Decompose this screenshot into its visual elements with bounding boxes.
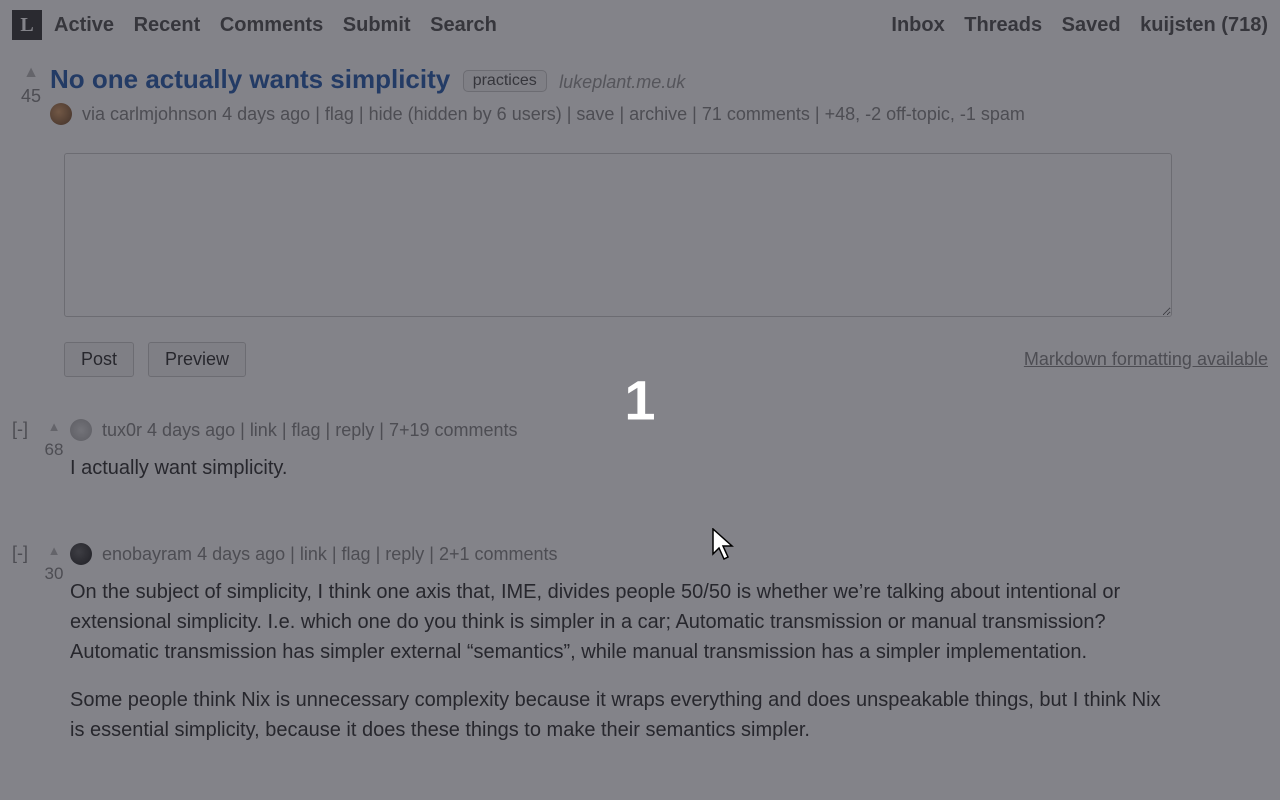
nav-saved[interactable]: Saved	[1062, 14, 1121, 36]
child-count[interactable]: 2+1 comments	[439, 544, 558, 565]
upvote-icon[interactable]: ▲	[12, 64, 50, 82]
via-label: via	[82, 104, 105, 125]
collapse-toggle[interactable]: [-]	[12, 543, 38, 564]
story-tag[interactable]: practices	[463, 70, 547, 92]
avatar[interactable]	[70, 419, 92, 441]
comment-score: 30	[38, 564, 70, 584]
story-author[interactable]: carlmjohnson	[110, 104, 217, 125]
nav-right: Inbox Threads Saved kuijsten (718)	[877, 14, 1268, 37]
comment-age: 4 days ago	[147, 420, 235, 441]
comment-author[interactable]: tux0r	[102, 420, 142, 441]
nav-inbox[interactable]: Inbox	[891, 14, 944, 36]
story-header: ▲ 45 No one actually wants simplicity pr…	[0, 50, 1280, 125]
avatar[interactable]	[50, 103, 72, 125]
comment-score: 68	[38, 440, 70, 460]
hide-link[interactable]: hide (hidden by 6 users)	[369, 104, 562, 125]
flag-link[interactable]: flag	[342, 544, 371, 565]
comment-body: On the subject of simplicity, I think on…	[70, 577, 1180, 745]
comment-author[interactable]: enobayram	[102, 544, 192, 565]
story-age: 4 days ago	[222, 104, 310, 125]
nav-recent[interactable]: Recent	[134, 14, 201, 36]
flag-link[interactable]: flag	[292, 420, 321, 441]
markdown-help-link[interactable]: Markdown formatting available	[1024, 349, 1268, 370]
comment-body: I actually want simplicity.	[70, 453, 1180, 483]
reply-link[interactable]: reply	[335, 420, 374, 441]
upvote-icon[interactable]: ▲	[38, 419, 70, 434]
comment: [-] ▲ 68 tux0r 4 days ago | link | flag …	[0, 407, 1280, 501]
comments-link[interactable]: 71 comments	[702, 104, 810, 125]
story-title[interactable]: No one actually wants simplicity	[50, 64, 450, 94]
avatar[interactable]	[70, 543, 92, 565]
story-domain[interactable]: lukeplant.me.uk	[559, 72, 685, 92]
comment-textarea[interactable]	[64, 153, 1172, 317]
save-link[interactable]: save	[576, 104, 614, 125]
top-nav: L Active Recent Comments Submit Search I…	[0, 0, 1280, 50]
nav-comments[interactable]: Comments	[220, 14, 323, 36]
comment: [-] ▲ 30 enobayram 4 days ago | link | f…	[0, 531, 1280, 763]
collapse-toggle[interactable]: [-]	[12, 419, 38, 440]
nav-active[interactable]: Active	[54, 14, 114, 36]
comment-age: 4 days ago	[197, 544, 285, 565]
nav-search[interactable]: Search	[430, 14, 497, 36]
vote-breakdown: +48, -2 off-topic, -1 spam	[825, 104, 1025, 125]
reply-link[interactable]: reply	[385, 544, 424, 565]
preview-button[interactable]: Preview	[148, 342, 246, 377]
nav-submit[interactable]: Submit	[343, 14, 411, 36]
site-logo[interactable]: L	[12, 10, 42, 40]
nav-user[interactable]: kuijsten (718)	[1140, 14, 1268, 36]
flag-link[interactable]: flag	[325, 104, 354, 125]
story-byline: via carlmjohnson 4 days ago | flag | hid…	[50, 103, 1268, 125]
post-button[interactable]: Post	[64, 342, 134, 377]
permalink[interactable]: link	[300, 544, 327, 565]
archive-link[interactable]: archive	[629, 104, 687, 125]
permalink[interactable]: link	[250, 420, 277, 441]
story-vote-col: ▲ 45	[12, 64, 50, 107]
child-count[interactable]: 7+19 comments	[389, 420, 518, 441]
nav-left: Active Recent Comments Submit Search	[54, 14, 511, 37]
nav-threads[interactable]: Threads	[964, 14, 1042, 36]
upvote-icon[interactable]: ▲	[38, 543, 70, 558]
compose-area: Post Preview Markdown formatting availab…	[64, 153, 1268, 377]
story-score: 45	[12, 86, 50, 107]
